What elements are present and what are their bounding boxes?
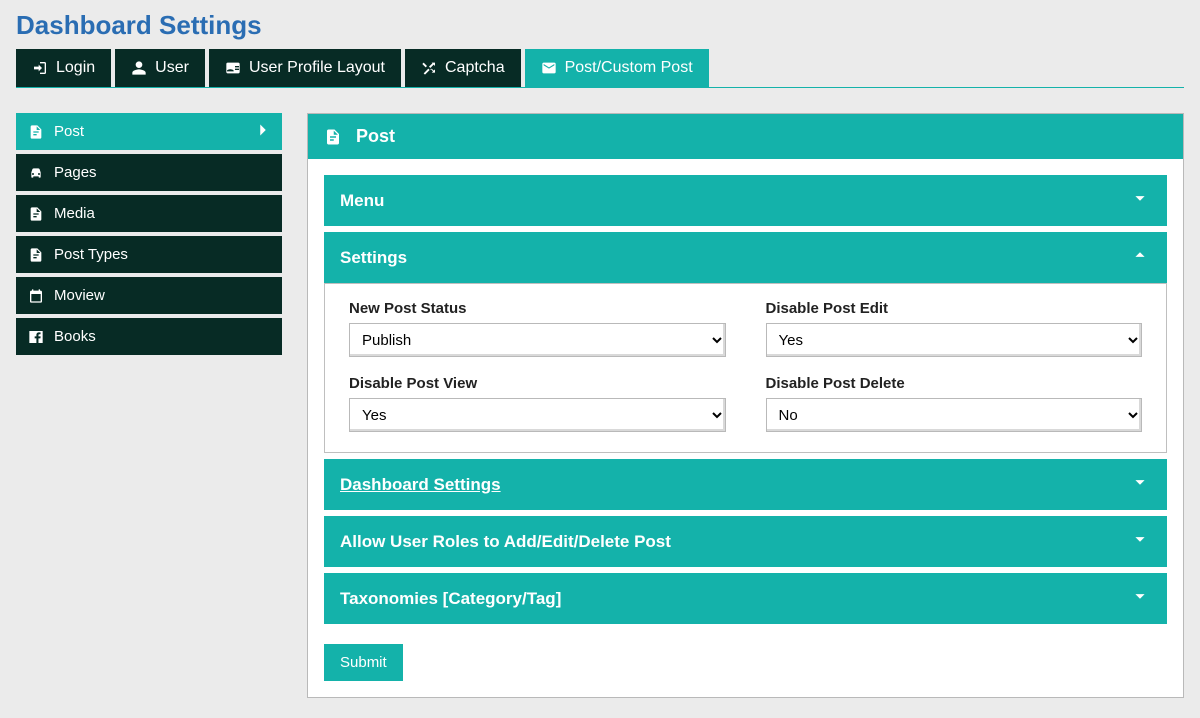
login-icon: [32, 60, 48, 76]
tab-label: Login: [56, 59, 95, 77]
id-card-icon: [225, 60, 241, 76]
chevron-down-icon: [1129, 187, 1151, 214]
select-disable-post-delete[interactable]: No: [766, 398, 1143, 432]
sidebar-item-pages[interactable]: Pages: [16, 154, 282, 191]
tab-label: User: [155, 59, 189, 77]
user-icon: [131, 60, 147, 76]
chevron-right-icon: [252, 119, 274, 145]
sidebar-item-post[interactable]: Post: [16, 113, 282, 150]
field-disable-post-edit: Disable Post Edit Yes: [766, 300, 1143, 357]
sidebar-item-books[interactable]: Books: [16, 318, 282, 355]
tab-label: Post/Custom Post: [565, 59, 693, 77]
settings-body: New Post Status Publish Disable Post Edi…: [324, 283, 1167, 453]
submit-button[interactable]: Submit: [324, 644, 403, 681]
field-label: Disable Post Edit: [766, 300, 1143, 317]
sidebar-item-label: Books: [54, 328, 96, 345]
chevron-up-icon: [1129, 244, 1151, 271]
sidebar-item-label: Moview: [54, 287, 105, 304]
accordion-settings[interactable]: Settings: [324, 232, 1167, 283]
tab-captcha[interactable]: Captcha: [405, 49, 521, 87]
chevron-down-icon: [1129, 528, 1151, 555]
sidebar-item-moview[interactable]: Moview: [16, 277, 282, 314]
accordion-label: Settings: [340, 248, 407, 268]
accordion-menu[interactable]: Menu: [324, 175, 1167, 226]
shuffle-icon: [421, 60, 437, 76]
tab-login[interactable]: Login: [16, 49, 111, 87]
accordion-label: Dashboard Settings: [340, 475, 501, 495]
tab-user-profile-layout[interactable]: User Profile Layout: [209, 49, 401, 87]
accordion-taxonomies[interactable]: Taxonomies [Category/Tag]: [324, 573, 1167, 624]
facebook-icon: [28, 329, 44, 345]
field-disable-post-view: Disable Post View Yes: [349, 375, 726, 432]
tabs-bar: Login User User Profile Layout Captcha P…: [16, 49, 1184, 88]
envelope-icon: [541, 60, 557, 76]
field-new-post-status: New Post Status Publish: [349, 300, 726, 357]
tab-user[interactable]: User: [115, 49, 205, 87]
accordion-label: Taxonomies [Category/Tag]: [340, 589, 561, 609]
tab-label: User Profile Layout: [249, 59, 385, 77]
select-disable-post-edit[interactable]: Yes: [766, 323, 1143, 357]
main-title: Post: [356, 126, 395, 147]
tab-label: Captcha: [445, 59, 505, 77]
sidebar-item-media[interactable]: Media: [16, 195, 282, 232]
accordion-user-roles[interactable]: Allow User Roles to Add/Edit/Delete Post: [324, 516, 1167, 567]
sidebar-item-label: Post Types: [54, 246, 128, 263]
sidebar-item-label: Pages: [54, 164, 97, 181]
accordion-label: Allow User Roles to Add/Edit/Delete Post: [340, 532, 671, 552]
field-disable-post-delete: Disable Post Delete No: [766, 375, 1143, 432]
sidebar-item-label: Post: [54, 123, 84, 140]
field-label: Disable Post View: [349, 375, 726, 392]
field-label: New Post Status: [349, 300, 726, 317]
page-title: Dashboard Settings: [16, 10, 1184, 41]
accordion-dashboard-settings[interactable]: Dashboard Settings: [324, 459, 1167, 510]
sidebar-item-post-types[interactable]: Post Types: [16, 236, 282, 273]
file-icon: [28, 247, 44, 263]
file-icon: [28, 124, 44, 140]
tab-post-custom-post[interactable]: Post/Custom Post: [525, 49, 709, 87]
file-icon: [28, 206, 44, 222]
chevron-down-icon: [1129, 585, 1151, 612]
main-panel: Post Menu Settings: [307, 113, 1184, 698]
sidebar: Post Pages Media P: [16, 113, 282, 359]
sidebar-item-label: Media: [54, 205, 95, 222]
calendar-icon: [28, 288, 44, 304]
field-label: Disable Post Delete: [766, 375, 1143, 392]
main-head: Post: [308, 114, 1183, 159]
select-new-post-status[interactable]: Publish: [349, 323, 726, 357]
chevron-down-icon: [1129, 471, 1151, 498]
select-disable-post-view[interactable]: Yes: [349, 398, 726, 432]
accordion-label: Menu: [340, 191, 384, 211]
car-icon: [28, 165, 44, 181]
file-icon: [324, 128, 342, 146]
